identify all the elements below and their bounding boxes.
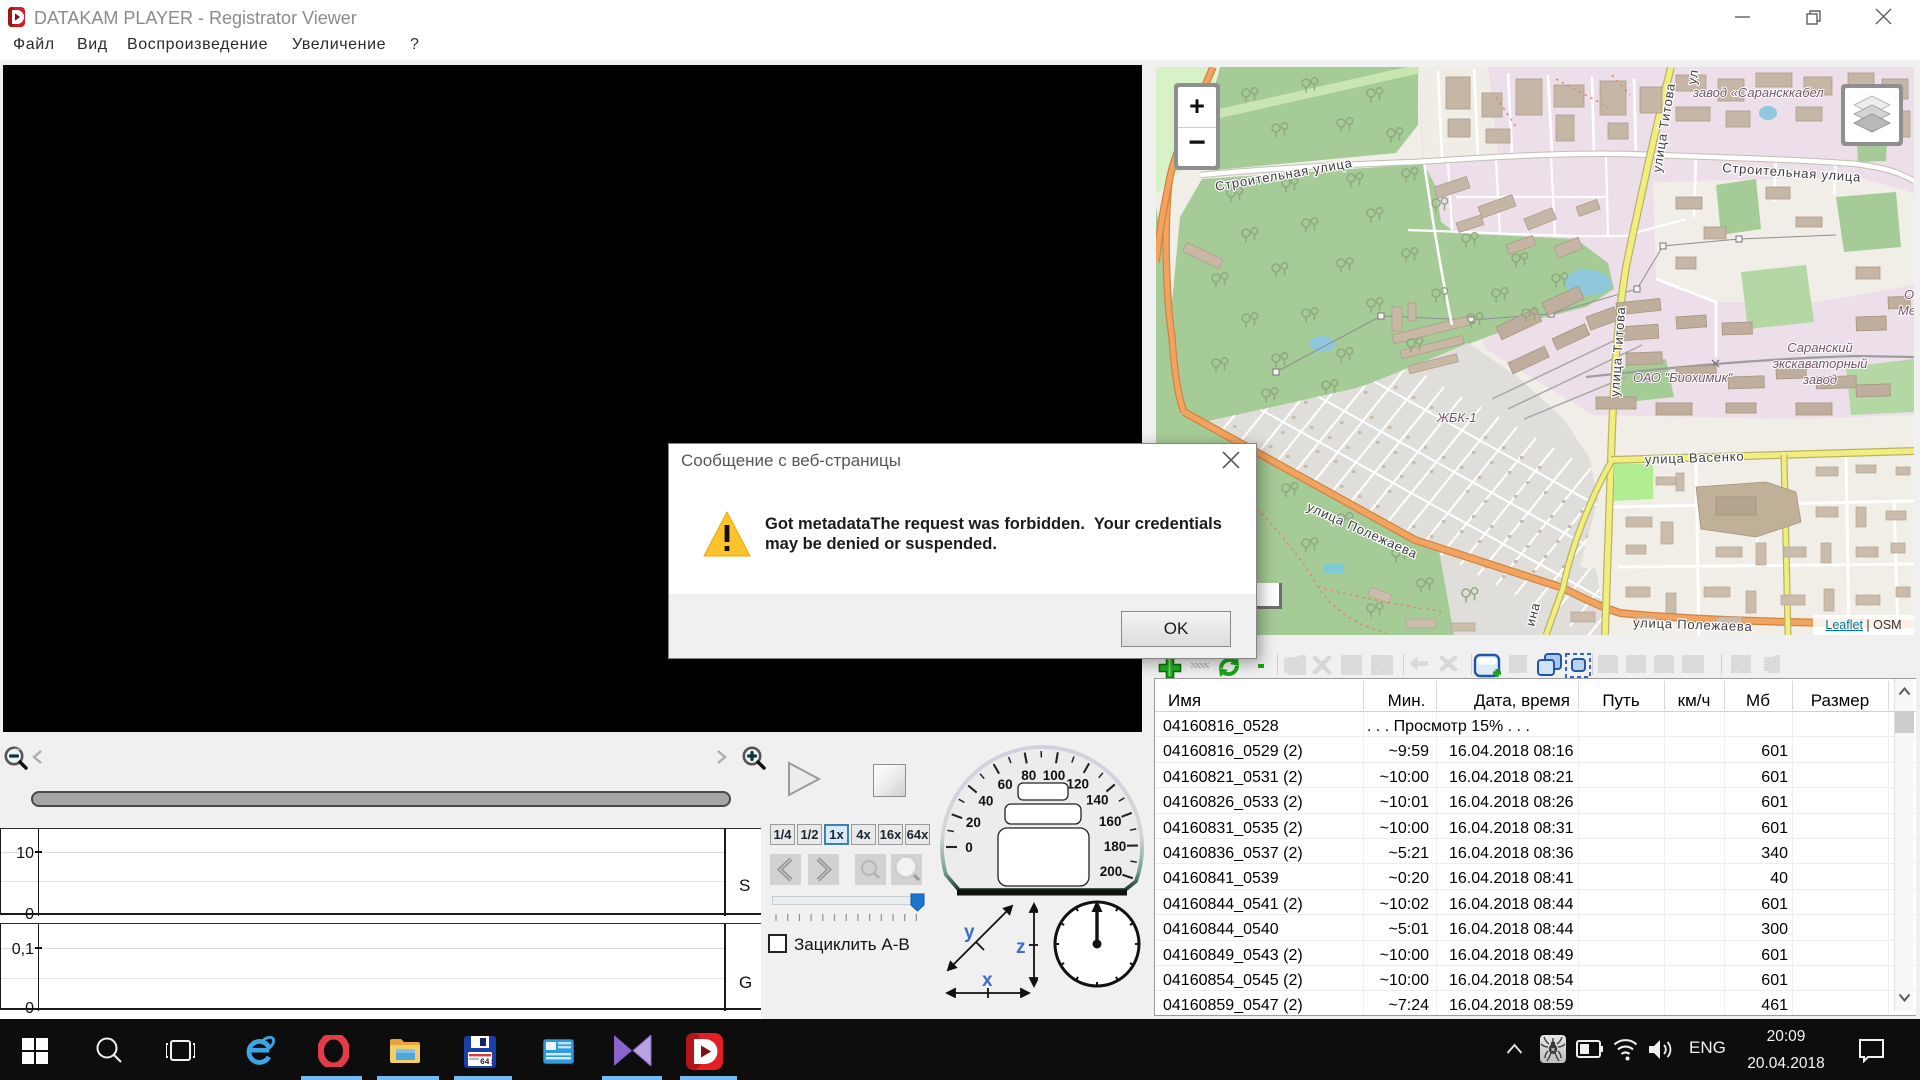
svg-text:160: 160 [1099, 814, 1122, 829]
svg-text:О: О [1904, 287, 1914, 302]
svg-text:64:: 64: [480, 1058, 494, 1067]
svg-text:40: 40 [978, 793, 993, 808]
svg-text:180: 180 [1104, 839, 1127, 854]
svg-text:ОАО "Биохимик": ОАО "Биохимик" [1633, 370, 1734, 385]
svg-text:экскаваторный: экскаваторный [1772, 356, 1867, 371]
svg-text:0: 0 [965, 840, 973, 855]
svg-text:ЖБК-1: ЖБК-1 [1436, 410, 1477, 425]
svg-text:80: 80 [1021, 768, 1036, 783]
svg-text:120: 120 [1067, 776, 1090, 791]
svg-text:y: y [964, 922, 975, 943]
svg-text:200: 200 [1100, 864, 1123, 879]
svg-text:ул: ул [1684, 68, 1701, 86]
svg-text:завод «Сарансккабел: завод «Сарансккабел [1692, 85, 1824, 100]
svg-text:Саранский: Саранский [1787, 340, 1852, 355]
svg-text:z: z [1016, 937, 1026, 958]
svg-text:завод: завод [1802, 372, 1837, 387]
svg-text:x: x [982, 970, 993, 991]
svg-text:100: 100 [1043, 768, 1066, 783]
svg-text:60: 60 [998, 777, 1013, 792]
svg-text:140: 140 [1086, 792, 1109, 807]
svg-text:20: 20 [966, 815, 981, 830]
svg-text:Ме: Ме [1898, 303, 1914, 318]
